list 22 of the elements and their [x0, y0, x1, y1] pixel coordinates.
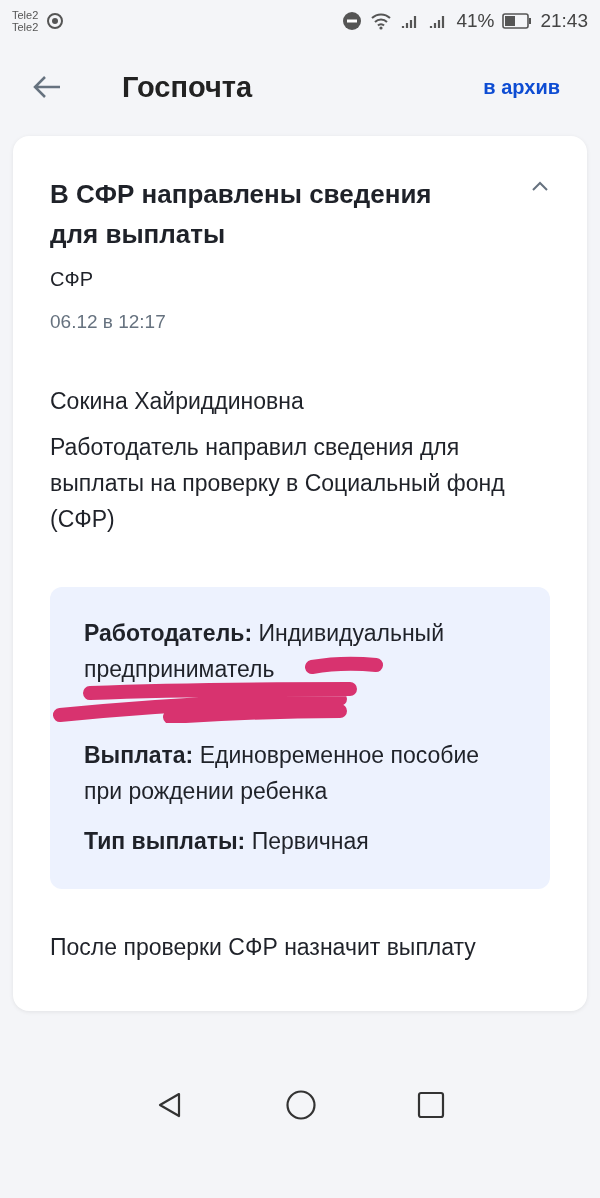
do-not-disturb-icon [342, 11, 363, 31]
message-date: 06.12 в 12:17 [50, 311, 167, 333]
battery-percent: 41% [456, 10, 495, 32]
back-button[interactable] [32, 75, 62, 99]
battery-icon [502, 13, 533, 29]
detail-text: Работодатель: Индивидуальный предприниматель [84, 615, 500, 723]
recents-nav-icon[interactable] [417, 1090, 445, 1119]
carrier-name: Tele2 [12, 21, 39, 33]
clock: 21:43 [540, 10, 588, 32]
archive-link[interactable]: в архив [483, 75, 560, 99]
detail-text: Тип выплаты: Первичная [84, 827, 370, 856]
detail-text: Выплата: Единовременное пособие при рождении ребенка [84, 741, 481, 806]
recipient-name: Сокина Хайриддиновна [50, 387, 305, 416]
carrier-name: Tele2 [12, 9, 39, 21]
message-body: Работодатель направил сведения для выплаты на проверку в Социальный фонд (СФР) [50, 433, 506, 534]
home-nav-icon[interactable] [285, 1088, 317, 1121]
hotspot-icon [46, 12, 65, 30]
wifi-icon [370, 12, 393, 30]
sender: СФР [50, 268, 94, 291]
page-title: Госпочта [122, 70, 254, 104]
message-title: В СФР направлены сведения для выплаты [50, 178, 433, 251]
message-footer: После проверки СФР назначит выплату [50, 929, 550, 965]
